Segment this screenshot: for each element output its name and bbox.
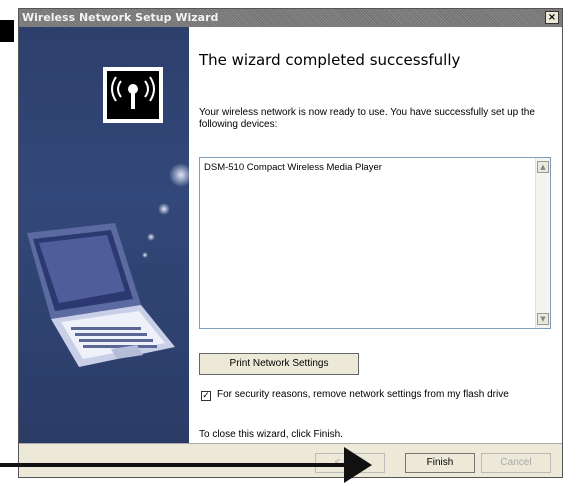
title-bar: Wireless Network Setup Wizard × (19, 9, 562, 27)
device-list[interactable]: DSM-510 Compact Wireless Media Player ▲ … (199, 157, 551, 329)
description-text: Your wireless network is now ready to us… (199, 107, 535, 130)
cancel-button[interactable]: Cancel (481, 453, 551, 473)
close-button[interactable]: × (545, 11, 559, 24)
pointer-arrow-line (0, 463, 346, 467)
wizard-dialog: Wireless Network Setup Wizard × The wiza… (18, 8, 563, 478)
checkbox-label: For security reasons, remove network set… (217, 389, 509, 400)
wireless-antenna-icon (103, 67, 163, 123)
button-bar: < Back Finish Cancel (19, 443, 562, 477)
print-network-settings-button[interactable]: Print Network Settings (199, 353, 359, 375)
remove-settings-checkbox[interactable]: ✓ (201, 391, 211, 401)
close-hint-text: To close this wizard, click Finish. (199, 429, 343, 440)
scroll-down-arrow-icon[interactable]: ▼ (537, 313, 549, 325)
finish-button[interactable]: Finish (405, 453, 475, 473)
side-illustration-panel (19, 27, 189, 443)
cropped-edge (0, 20, 14, 42)
scroll-up-arrow-icon[interactable]: ▲ (537, 161, 549, 173)
vertical-scrollbar[interactable]: ▲ ▼ (535, 158, 550, 328)
laptop-illustration (27, 67, 189, 367)
window-title: Wireless Network Setup Wizard (22, 11, 219, 24)
check-icon: ✓ (202, 391, 210, 401)
pointer-arrow (344, 447, 372, 483)
page-title: The wizard completed successfully (199, 51, 461, 69)
content-pane: The wizard completed successfully Your w… (189, 27, 562, 443)
list-item[interactable]: DSM-510 Compact Wireless Media Player (204, 162, 382, 173)
